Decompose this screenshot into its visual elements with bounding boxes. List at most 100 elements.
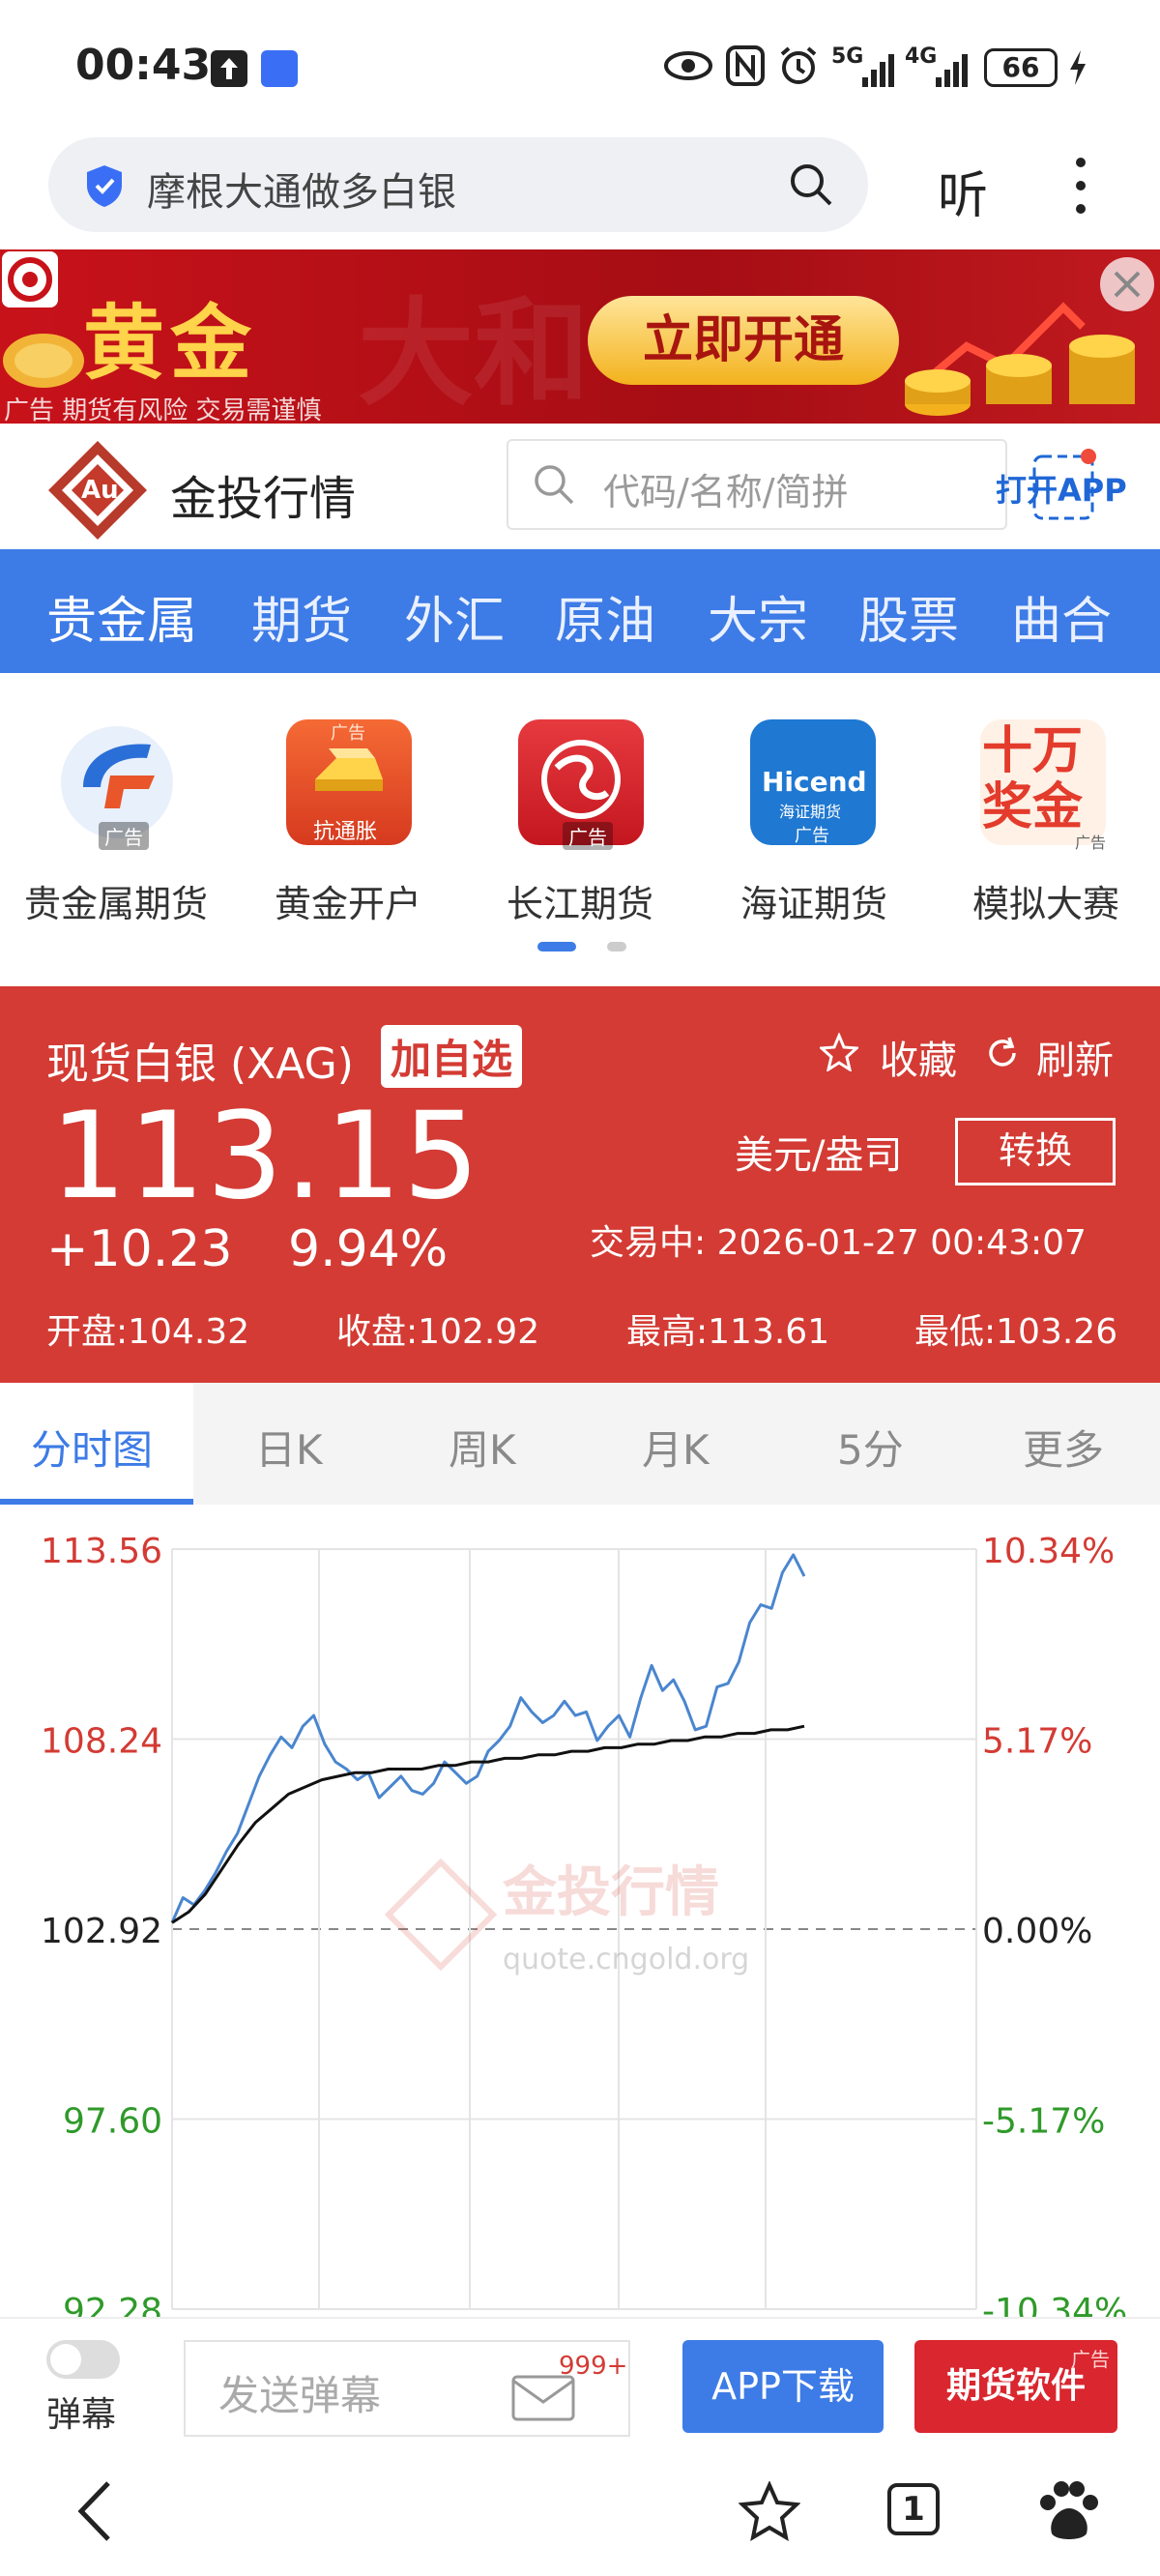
- browser-search-bar[interactable]: 摩根大通做多白银: [48, 137, 868, 232]
- tab-count-button[interactable]: 1: [887, 2483, 940, 2535]
- app-logo-text: Hicend: [762, 766, 867, 798]
- intraday-chart-svg: 金投行情 quote.cngold.org 113.56 10.34% 108.24…: [41, 1532, 1127, 2331]
- more-menu-icon[interactable]: [1071, 155, 1090, 220]
- nav-item-precious-metals[interactable]: 贵金属: [46, 580, 197, 653]
- app-logo-sub: 海证期货: [779, 803, 842, 821]
- ad-tag: 广告: [1071, 2348, 1110, 2371]
- shield-icon: [83, 162, 126, 213]
- y-tick-right: 10.34%: [982, 1532, 1115, 1571]
- search-icon[interactable]: [787, 161, 835, 213]
- low-price: 最低:103.26: [914, 1312, 1118, 1352]
- y-tick-left: 97.60: [63, 2102, 162, 2142]
- app-label: 模拟大赛: [972, 883, 1119, 925]
- nav-item-commodities[interactable]: 大宗: [708, 580, 808, 653]
- trading-status-time: 交易中: 2026-01-27 00:43:07: [590, 1223, 1087, 1263]
- baidu-paw-icon[interactable]: [1034, 2477, 1102, 2549]
- y-tick-right: -10.34%: [982, 2292, 1127, 2317]
- nav-item-crude-oil[interactable]: 原油: [555, 580, 655, 653]
- y-tick-left: 102.92: [41, 1912, 162, 1951]
- open-app-button[interactable]: 打开APP: [996, 466, 1127, 511]
- app-label: 长江期货: [506, 883, 653, 925]
- tab-weekly-k[interactable]: 周K: [449, 1418, 516, 1477]
- ad-disclaimer: 广告 期货有风险 交易需谨慎: [4, 396, 322, 424]
- listen-button[interactable]: 听: [938, 155, 988, 227]
- star-icon[interactable]: [738, 2480, 801, 2545]
- convert-button[interactable]: 转换: [955, 1118, 1116, 1186]
- tab-intraday[interactable]: 分时图: [31, 1418, 153, 1477]
- gold-coin-icon: [0, 327, 87, 398]
- y-tick-left: 108.24: [41, 1722, 162, 1762]
- star-icon[interactable]: [818, 1032, 860, 1075]
- danmu-toggle[interactable]: [46, 2340, 120, 2379]
- site-name: 金投行情: [170, 472, 357, 526]
- y-tick-right: 5.17%: [982, 1722, 1092, 1762]
- app-badge: 抗通胀: [313, 820, 378, 844]
- y-tick-right: 0.00%: [982, 1912, 1092, 1951]
- app-badge: 广告: [563, 822, 613, 850]
- danmu-label: 弹幕: [46, 2395, 117, 2435]
- charging-icon: [1067, 48, 1088, 91]
- carousel-dot-active[interactable]: [537, 942, 576, 951]
- toggle-knob: [50, 2344, 81, 2375]
- carousel-dot[interactable]: [607, 942, 626, 951]
- danmu-input[interactable]: 发送弹幕 999+: [184, 2340, 630, 2437]
- honor-app-icon: [261, 50, 298, 87]
- price-unit: 美元/盎司: [735, 1133, 903, 1178]
- signal-4g-icon: [934, 50, 969, 93]
- battery-indicator: 66: [984, 48, 1058, 87]
- search-icon: [532, 462, 576, 511]
- prev-close-price: 收盘:102.92: [336, 1312, 540, 1352]
- nav-item-stocks[interactable]: 股票: [858, 580, 959, 653]
- nfc-icon: [725, 44, 766, 91]
- app-label: 贵金属期货: [23, 883, 208, 925]
- refresh-icon[interactable]: [984, 1035, 1021, 1075]
- category-nav: 贵金属 期货 外汇 原油 大宗 股票 曲合: [0, 549, 1160, 673]
- bottom-action-bar: 弹幕 发送弹幕 999+ APP下载 期货软件 广告: [0, 2317, 1160, 2444]
- ad-banner[interactable]: 黄金 大和 立即开通 广告 期货有风险 交易需谨慎: [0, 249, 1160, 424]
- danmu-placeholder: 发送弹幕: [218, 2372, 382, 2419]
- chart-tabs: 分时图 日K 周K 月K 5分 更多: [0, 1383, 1160, 1505]
- nav-item-more[interactable]: 曲合: [1011, 580, 1112, 653]
- status-bar: 00:43 5G 4G 66: [0, 0, 1160, 135]
- current-price: 113.15: [50, 1087, 481, 1226]
- nav-item-futures[interactable]: 期货: [251, 580, 352, 653]
- quote-search-placeholder: 代码/名称/简拼: [603, 471, 849, 513]
- ad-title: 黄金: [83, 296, 258, 391]
- message-count-badge: 999+: [559, 2352, 628, 2381]
- refresh-button[interactable]: 刷新: [1036, 1029, 1114, 1085]
- app-ad-tag: 广告: [331, 723, 365, 744]
- browser-nav-bar: 1: [0, 2443, 1160, 2576]
- app-download-button[interactable]: APP下载: [682, 2340, 884, 2433]
- alarm-icon: [777, 44, 820, 91]
- price-change-pct: 9.94%: [288, 1220, 449, 1278]
- nav-item-forex[interactable]: 外汇: [404, 580, 505, 653]
- status-time: 00:43: [75, 41, 212, 90]
- app-badge: 广告: [1075, 834, 1107, 852]
- price-change: +10.23: [46, 1220, 233, 1278]
- tab-monthly-k[interactable]: 月K: [642, 1418, 710, 1477]
- app-badge: 广告: [99, 822, 149, 850]
- app-label: 海证期货: [740, 883, 887, 925]
- add-watchlist-button[interactable]: 加自选: [381, 1025, 523, 1088]
- open-price: 开盘:104.32: [46, 1312, 250, 1352]
- tab-daily-k[interactable]: 日K: [255, 1418, 323, 1477]
- network-5g-label: 5G: [831, 44, 864, 69]
- intraday-chart[interactable]: 金投行情 quote.cngold.org 113.56 10.34% 108.24…: [0, 1505, 1160, 2331]
- app-label: 黄金开户: [274, 883, 421, 925]
- chart-watermark: 金投行情: [502, 1861, 719, 1924]
- y-tick-left: 113.56: [41, 1532, 162, 1571]
- ad-watermark-chars: 大和: [358, 287, 590, 422]
- ad-cta-button[interactable]: 立即开通: [588, 296, 899, 385]
- tab-more[interactable]: 更多: [1023, 1418, 1104, 1477]
- close-icon[interactable]: [1096, 253, 1158, 319]
- quote-search-input[interactable]: 代码/名称/简拼: [507, 439, 1007, 530]
- site-logo-text: Au: [81, 476, 119, 505]
- back-icon[interactable]: [68, 2477, 126, 2549]
- favorite-button[interactable]: 收藏: [880, 1029, 957, 1085]
- upload-icon: [211, 50, 247, 87]
- browser-search-query: 摩根大通做多白银: [147, 170, 456, 215]
- tab-5min[interactable]: 5分: [837, 1418, 904, 1477]
- quote-panel: 现货白银 (XAG) 加自选 收藏 刷新 113.15 美元/盎司 转换 +10…: [0, 986, 1160, 1383]
- app-badge: 广告: [795, 826, 829, 846]
- chart-watermark-url: quote.cngold.org: [503, 1943, 749, 1976]
